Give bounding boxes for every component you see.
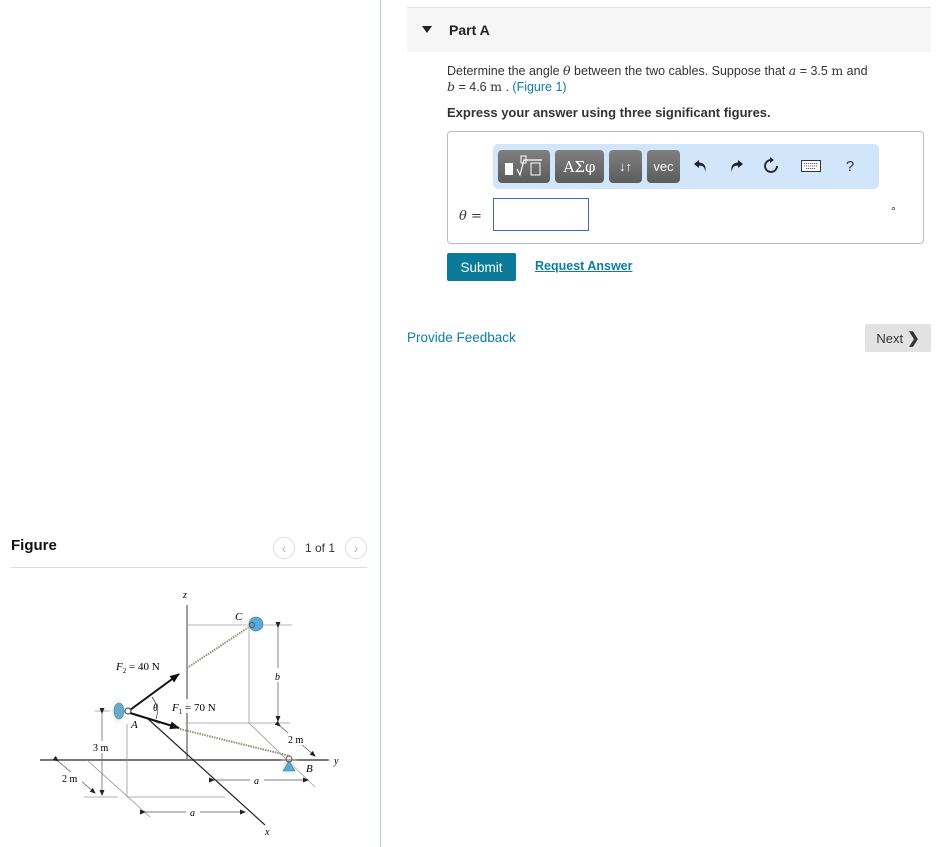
- redo-button[interactable]: [724, 154, 748, 178]
- dim-a-bottom-label: a: [190, 808, 195, 819]
- figure-pager: ‹ 1 of 1 ›: [272, 537, 367, 559]
- dim-3m-label: 3 m: [93, 743, 109, 754]
- part-a-header[interactable]: Part A: [407, 7, 931, 52]
- keyboard-button[interactable]: [799, 154, 823, 178]
- next-button[interactable]: Next ❯: [865, 324, 931, 352]
- dim-2m-right-label: 2 m: [288, 735, 304, 746]
- force-F2-label: F2 = 40 N: [115, 661, 160, 675]
- dim-2m-left-label: 2 m: [62, 774, 78, 785]
- reset-button[interactable]: [759, 154, 783, 178]
- request-answer-link[interactable]: Request Answer: [535, 259, 632, 273]
- chevron-left-icon: ‹: [281, 540, 287, 556]
- instruction-text: Express your answer using three signific…: [447, 105, 771, 120]
- figure-diagram: y z x b 2 m a a 3 m 2 m θ A C B F2 = 40 …: [40, 590, 339, 838]
- answer-input[interactable]: [493, 198, 589, 231]
- collapse-caret-icon: [422, 26, 432, 33]
- point-B-label: B: [306, 763, 313, 775]
- cable-AB: [179, 728, 291, 757]
- dim-a-right-label: a: [254, 776, 259, 787]
- answer-label: θ =: [459, 209, 482, 224]
- dim-b-label: b: [275, 672, 280, 683]
- force-F1-label: F1 = 70 N: [171, 702, 216, 716]
- submit-button[interactable]: Submit: [447, 253, 516, 281]
- figure-link[interactable]: (Figure 1): [512, 80, 566, 94]
- part-title: Part A: [449, 22, 490, 38]
- support-A: [113, 702, 125, 720]
- next-figure-button[interactable]: ›: [345, 537, 367, 559]
- cable-AC: [186, 624, 253, 669]
- figure-header: Figure ‹ 1 of 1 ›: [11, 536, 367, 568]
- math-toolbar: ΑΣφ ↓↑ vec ?: [493, 144, 879, 189]
- z-axis-label: z: [182, 590, 187, 601]
- undo-icon: [694, 160, 706, 172]
- undo-button[interactable]: [689, 154, 713, 178]
- chevron-right-icon: ❯: [907, 330, 920, 347]
- degree-unit: °: [891, 204, 896, 218]
- next-label: Next: [876, 330, 904, 346]
- x-axis: [146, 717, 266, 826]
- pager-text: 1 of 1: [304, 541, 335, 555]
- greek-symbols-button[interactable]: ΑΣφ: [555, 150, 604, 183]
- theta-label: θ: [153, 703, 158, 714]
- support-C: [248, 616, 264, 632]
- chevron-right-icon: ›: [353, 540, 359, 556]
- point-A-label: A: [130, 719, 138, 731]
- reset-icon: [764, 157, 778, 173]
- x-axis-label: x: [264, 827, 270, 838]
- templates-button[interactable]: [498, 150, 550, 183]
- help-button[interactable]: ?: [838, 154, 862, 178]
- keyboard-icon: [801, 160, 821, 172]
- panel-divider: [380, 0, 381, 847]
- y-axis-label: y: [333, 756, 339, 767]
- answer-box: ΑΣφ ↓↑ vec ? θ = °: [447, 131, 924, 244]
- vector-button[interactable]: vec: [647, 150, 680, 183]
- point-C-label: C: [235, 611, 243, 623]
- question-text: Determine the angle θ between the two ca…: [447, 63, 868, 94]
- subscript-superscript-button[interactable]: ↓↑: [609, 150, 642, 183]
- figure-title: Figure: [11, 537, 57, 554]
- provide-feedback-link[interactable]: Provide Feedback: [407, 330, 516, 345]
- redo-icon: [731, 160, 743, 172]
- previous-figure-button[interactable]: ‹: [272, 537, 295, 559]
- theta-symbol: θ: [563, 63, 571, 78]
- fraction-radical-icon: [505, 155, 542, 177]
